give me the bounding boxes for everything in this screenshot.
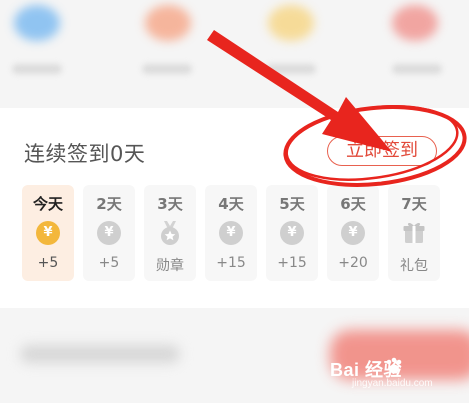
screenshot-frame: 连续签到0天 立即签到 今天 ¥ +5 2天 ¥ +5 3天 勋章 4天 ¥ +… — [0, 0, 469, 403]
baidu-jingyan-watermark: Bai 经验 jingyan.baidu.com — [330, 356, 460, 396]
watermark-url: jingyan.baidu.com — [352, 378, 433, 389]
paw-icon — [386, 357, 402, 374]
annotation-overlay — [207, 30, 467, 187]
